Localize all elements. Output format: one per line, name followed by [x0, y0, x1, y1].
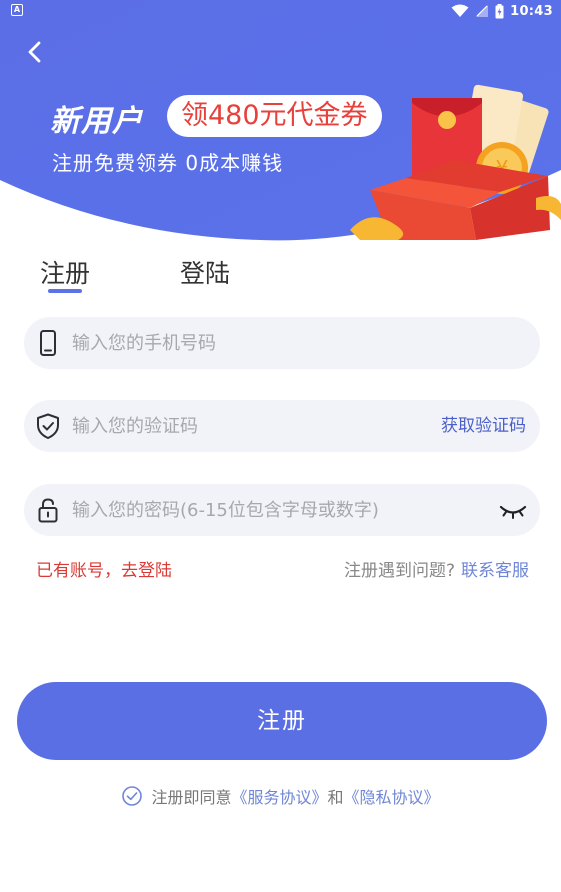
agree-check-icon[interactable]: [121, 785, 143, 807]
agreement-prefix: 注册即同意: [151, 788, 232, 807]
status-time: 10:43: [510, 3, 553, 19]
password-field: [24, 484, 540, 536]
back-arrow-icon[interactable]: [22, 38, 50, 66]
phone-field: [24, 317, 540, 369]
register-button[interactable]: 注册: [17, 682, 547, 760]
get-code-button[interactable]: 获取验证码: [441, 400, 526, 452]
privacy-agreement-link[interactable]: 《隐私协议》: [344, 788, 440, 807]
phone-icon: [40, 330, 56, 356]
contact-support-link[interactable]: 联系客服: [461, 561, 529, 581]
password-input[interactable]: [72, 484, 482, 536]
verification-code-input[interactable]: [72, 400, 372, 452]
register-problem-text: 注册遇到问题?: [343, 561, 455, 581]
service-agreement-link[interactable]: 《服务协议》: [231, 788, 327, 807]
register-help: 注册遇到问题? 联系客服: [344, 556, 529, 581]
phone-input[interactable]: [72, 317, 512, 369]
promo-title: 新用户: [50, 104, 143, 139]
auth-tabs: 注册 登陆: [0, 248, 561, 298]
shield-check-icon: [37, 413, 59, 439]
gift-box-illustration: ¥: [350, 84, 561, 240]
status-bar: A 10:43: [0, 0, 561, 22]
agreement-and: 和: [327, 788, 344, 807]
promo-subtitle: 注册免费领券 0成本赚钱: [52, 151, 284, 175]
eye-closed-icon[interactable]: [498, 496, 528, 524]
app-notification-icon: A: [11, 4, 23, 16]
agreement-row: 注册即同意《服务协议》和《隐私协议》: [0, 784, 561, 808]
go-login-link[interactable]: 已有账号，去登陆: [36, 556, 172, 581]
active-tab-indicator: [48, 289, 82, 293]
tab-register[interactable]: 注册: [40, 254, 90, 290]
verification-code-field: 获取验证码: [24, 400, 540, 452]
lock-icon: [38, 498, 58, 523]
auth-links-row: 已有账号，去登陆 注册遇到问题? 联系客服: [0, 556, 561, 581]
promo-banner: A 10:43 新用户 领480元代金券 注册免费领券 0成本赚钱 ¥: [0, 0, 561, 250]
signal-icon: [476, 5, 489, 17]
tab-login[interactable]: 登陆: [180, 254, 230, 290]
battery-icon: [495, 3, 504, 18]
wifi-icon: [451, 4, 469, 17]
